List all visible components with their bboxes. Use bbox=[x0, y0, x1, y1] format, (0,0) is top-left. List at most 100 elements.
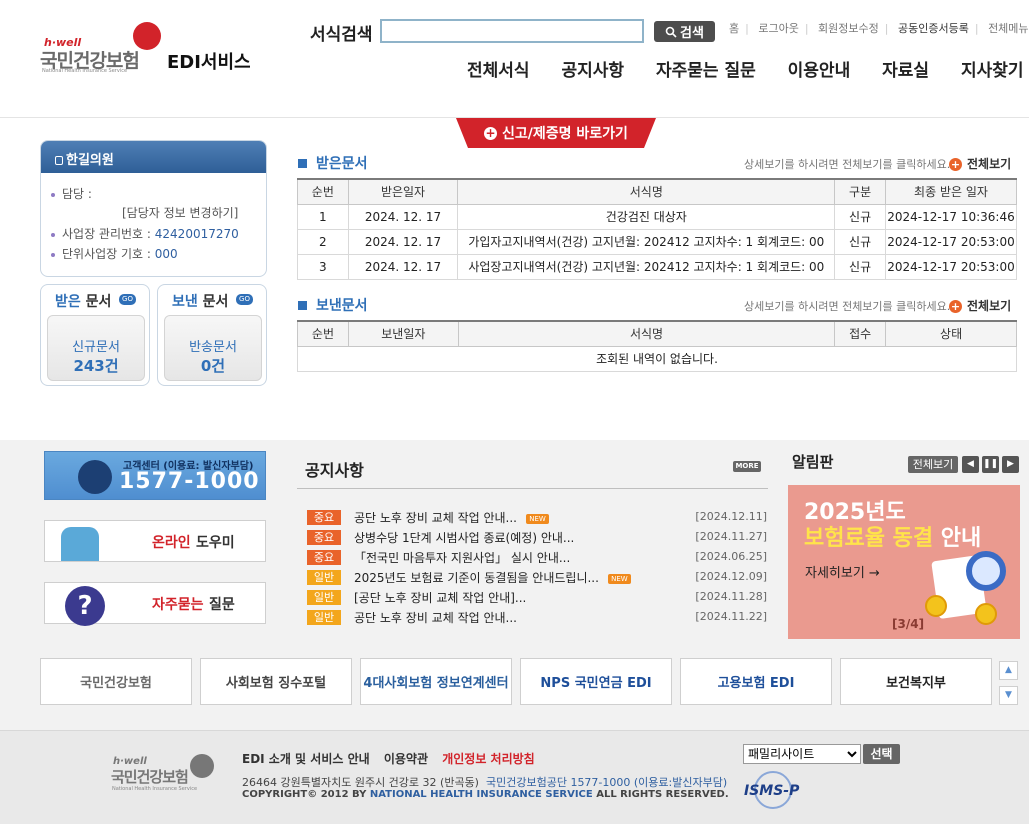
cell-form-name[interactable]: 가입자고지내역서(건강) 고지년월: 202412 고지차수: 1 회계코드: … bbox=[457, 228, 836, 255]
cell-last-date: 2024-12-17 20:53:00 bbox=[884, 228, 1018, 255]
sent-docs-title: 보낸 문서 bbox=[172, 294, 229, 310]
form-search-input[interactable] bbox=[380, 19, 644, 43]
partner-nps[interactable]: NPS 국민연금 EDI bbox=[520, 658, 672, 705]
table-header-row: 순번 받은일자 서식명 구분 최종 받은 일자 bbox=[297, 178, 1018, 205]
cell-last-date: 2024-12-17 20:53:00 bbox=[884, 253, 1018, 280]
notice-item[interactable]: 중요 공단 노후 장비 교체 작업 안내... NEW [2024.12.11] bbox=[307, 509, 767, 527]
nhis-logo[interactable]: h·well 국민건강보험 National Health Insurance … bbox=[40, 22, 260, 78]
pause-icon[interactable]: ❚❚ bbox=[982, 456, 999, 473]
sent-docs-count-panel[interactable]: 반송문서 0건 bbox=[164, 315, 262, 381]
board-view-all-button[interactable]: 전체보기 bbox=[908, 456, 958, 473]
cell-date: 2024. 12. 17 bbox=[347, 253, 459, 280]
go-badge[interactable]: GO bbox=[236, 294, 253, 305]
footer-logo-en: National Health Insurance Service bbox=[112, 786, 198, 792]
footer-link-terms[interactable]: 이용약관 bbox=[384, 752, 428, 766]
received-docs-count-panel[interactable]: 신규문서 243건 bbox=[47, 315, 145, 381]
cell-type: 신규 bbox=[834, 253, 886, 280]
received-view-all[interactable]: + 전체보기 bbox=[949, 155, 1011, 172]
notice-date: [2024.11.27] bbox=[695, 530, 767, 543]
call-center-number: 1577-1000 bbox=[119, 469, 260, 494]
nav-faq[interactable]: 자주묻는 질문 bbox=[656, 61, 756, 81]
table-row[interactable]: 1 2024. 12. 17 건강검진 대상자 신규 2024-12-17 10… bbox=[297, 203, 1018, 230]
bullet-icon bbox=[298, 159, 307, 168]
nav-notice[interactable]: 공지사항 bbox=[561, 61, 624, 81]
search-button[interactable]: 검색 bbox=[654, 21, 715, 42]
call-center-banner[interactable]: 고객센터 (이용료: 발신자부담) 1577-1000 bbox=[44, 451, 266, 500]
partner-4insurance[interactable]: 4대사회보험 정보연계센터 bbox=[360, 658, 512, 705]
go-badge[interactable]: GO bbox=[119, 294, 136, 305]
person-pointing-icon bbox=[61, 527, 99, 561]
lock-icon bbox=[55, 156, 63, 165]
notice-item-title[interactable]: 상병수당 1단계 시범사업 종료(예정) 안내... bbox=[354, 529, 574, 546]
prev-icon[interactable]: ◀ bbox=[962, 456, 979, 473]
table-row[interactable]: 3 2024. 12. 17 사업장고지내역서(건강) 고지년월: 202412… bbox=[297, 253, 1018, 280]
unit-no-value: 000 bbox=[154, 247, 178, 261]
cell-date: 2024. 12. 17 bbox=[347, 203, 459, 230]
partner-social-insurance[interactable]: 사회보험 징수포털 bbox=[200, 658, 352, 705]
new-badge: NEW bbox=[607, 573, 631, 584]
util-cert-register[interactable]: 공동인증서등록 bbox=[898, 22, 969, 35]
col-header: 구분 bbox=[834, 178, 886, 205]
scroll-up-icon[interactable]: ▲ bbox=[999, 661, 1018, 680]
service-title: EDI서비스 bbox=[167, 52, 251, 73]
scroll-down-icon[interactable]: ▼ bbox=[999, 686, 1018, 705]
table-header-row: 순번 보낸일자 서식명 접수 상태 bbox=[297, 320, 1017, 347]
notice-item-title[interactable]: 2025년도 보험료 기준이 동결됨을 안내드립니... NEW bbox=[354, 569, 631, 586]
notice-more-button[interactable]: MORE bbox=[733, 461, 761, 472]
notice-tag: 일반 bbox=[307, 590, 341, 605]
notice-item-title[interactable]: [공단 노후 장비 교체 작업 안내]... bbox=[354, 589, 526, 606]
notice-item-title[interactable]: 공단 노후 장비 교체 작업 안내... NEW bbox=[354, 509, 549, 526]
received-docs-box[interactable]: 받은 문서 GO 신규문서 243건 bbox=[40, 284, 150, 386]
util-member-edit[interactable]: 회원정보수정 bbox=[818, 22, 879, 35]
col-header: 보낸일자 bbox=[347, 320, 459, 347]
family-site-button[interactable]: 선택 bbox=[863, 744, 900, 764]
partner-employment[interactable]: 고용보험 EDI bbox=[680, 658, 832, 705]
sent-docs-box[interactable]: 보낸 문서 GO 반송문서 0건 bbox=[157, 284, 267, 386]
board-banner[interactable]: 2025년도 보험료율 동결 안내 자세히보기 → [3/4] bbox=[788, 485, 1020, 639]
notice-item-title[interactable]: 「전국민 마음투자 지원사업」 실시 안내... bbox=[354, 549, 570, 566]
notice-item[interactable]: 중요 상병수당 1단계 시범사업 종료(예정) 안내... [2024.11.2… bbox=[307, 529, 767, 547]
notice-item[interactable]: 일반 공단 노후 장비 교체 작업 안내... [2024.11.22] bbox=[307, 609, 767, 627]
received-table: 순번 받은일자 서식명 구분 최종 받은 일자 1 2024. 12. 17 건… bbox=[297, 178, 1018, 280]
notice-item-title[interactable]: 공단 노후 장비 교체 작업 안내... bbox=[354, 609, 517, 626]
utility-links: 홈 | 로그아웃 | 회원정보수정 | 공동인증서등록 | 전체메뉴 bbox=[729, 22, 1029, 35]
next-icon[interactable]: ▶ bbox=[1002, 456, 1019, 473]
nav-all-forms[interactable]: 전체서식 bbox=[467, 61, 530, 81]
family-site-select[interactable]: 패밀리사이트 bbox=[743, 744, 861, 764]
notice-tag: 중요 bbox=[307, 530, 341, 545]
board-detail-link[interactable]: 자세히보기 → bbox=[805, 562, 880, 581]
col-header: 접수 bbox=[834, 320, 887, 347]
table-row: 조회된 내역이 없습니다. bbox=[297, 345, 1017, 372]
cell-form-name[interactable]: 사업장고지내역서(건강) 고지년월: 202412 고지차수: 1 회계코드: … bbox=[457, 253, 836, 280]
notice-item[interactable]: 일반 2025년도 보험료 기준이 동결됨을 안내드립니... NEW [2024… bbox=[307, 569, 767, 587]
faq-label-a: 자주묻는 bbox=[152, 597, 204, 613]
report-shortcut-button[interactable]: + 신고/제증명 바로가기 bbox=[456, 118, 656, 148]
heart-icon bbox=[133, 22, 161, 50]
footer-logo-name: 국민건강보험 bbox=[111, 768, 189, 786]
coin-icon bbox=[975, 603, 997, 625]
util-home[interactable]: 홈 bbox=[729, 22, 739, 35]
nav-library[interactable]: 자료실 bbox=[882, 61, 929, 81]
manager-change-link[interactable]: [담당자 정보 변경하기] bbox=[122, 204, 238, 221]
notice-tag: 일반 bbox=[307, 610, 341, 625]
util-logout[interactable]: 로그아웃 bbox=[758, 22, 798, 35]
notice-item[interactable]: 중요 「전국민 마음투자 지원사업」 실시 안내... [2024.06.25] bbox=[307, 549, 767, 567]
notice-divider bbox=[297, 488, 768, 489]
cell-form-name[interactable]: 건강검진 대상자 bbox=[457, 203, 836, 230]
nav-guide[interactable]: 이용안내 bbox=[788, 61, 851, 81]
util-all-menu[interactable]: 전체메뉴 bbox=[988, 22, 1028, 35]
online-help-link[interactable]: 온라인 도우미 bbox=[44, 520, 266, 562]
notice-item[interactable]: 일반 [공단 노후 장비 교체 작업 안내]... [2024.11.28] bbox=[307, 589, 767, 607]
notice-tag: 중요 bbox=[307, 510, 341, 525]
faq-link[interactable]: ? 자주묻는 질문 bbox=[44, 582, 266, 626]
footer-link-privacy[interactable]: 개인정보 처리방침 bbox=[442, 752, 535, 766]
board-line1: 2025년도 bbox=[804, 500, 906, 525]
nav-branch[interactable]: 지사찾기 bbox=[961, 61, 1024, 81]
partner-nhis[interactable]: 국민건강보험 bbox=[40, 658, 192, 705]
sent-view-all[interactable]: + 전체보기 bbox=[949, 297, 1011, 314]
search-icon bbox=[665, 26, 677, 38]
table-row[interactable]: 2 2024. 12. 17 가입자고지내역서(건강) 고지년월: 202412… bbox=[297, 228, 1018, 255]
notice-tag: 중요 bbox=[307, 550, 341, 565]
partner-mohw[interactable]: 보건복지부 bbox=[840, 658, 992, 705]
footer-link-about[interactable]: EDI 소개 및 서비스 안내 bbox=[242, 752, 370, 766]
